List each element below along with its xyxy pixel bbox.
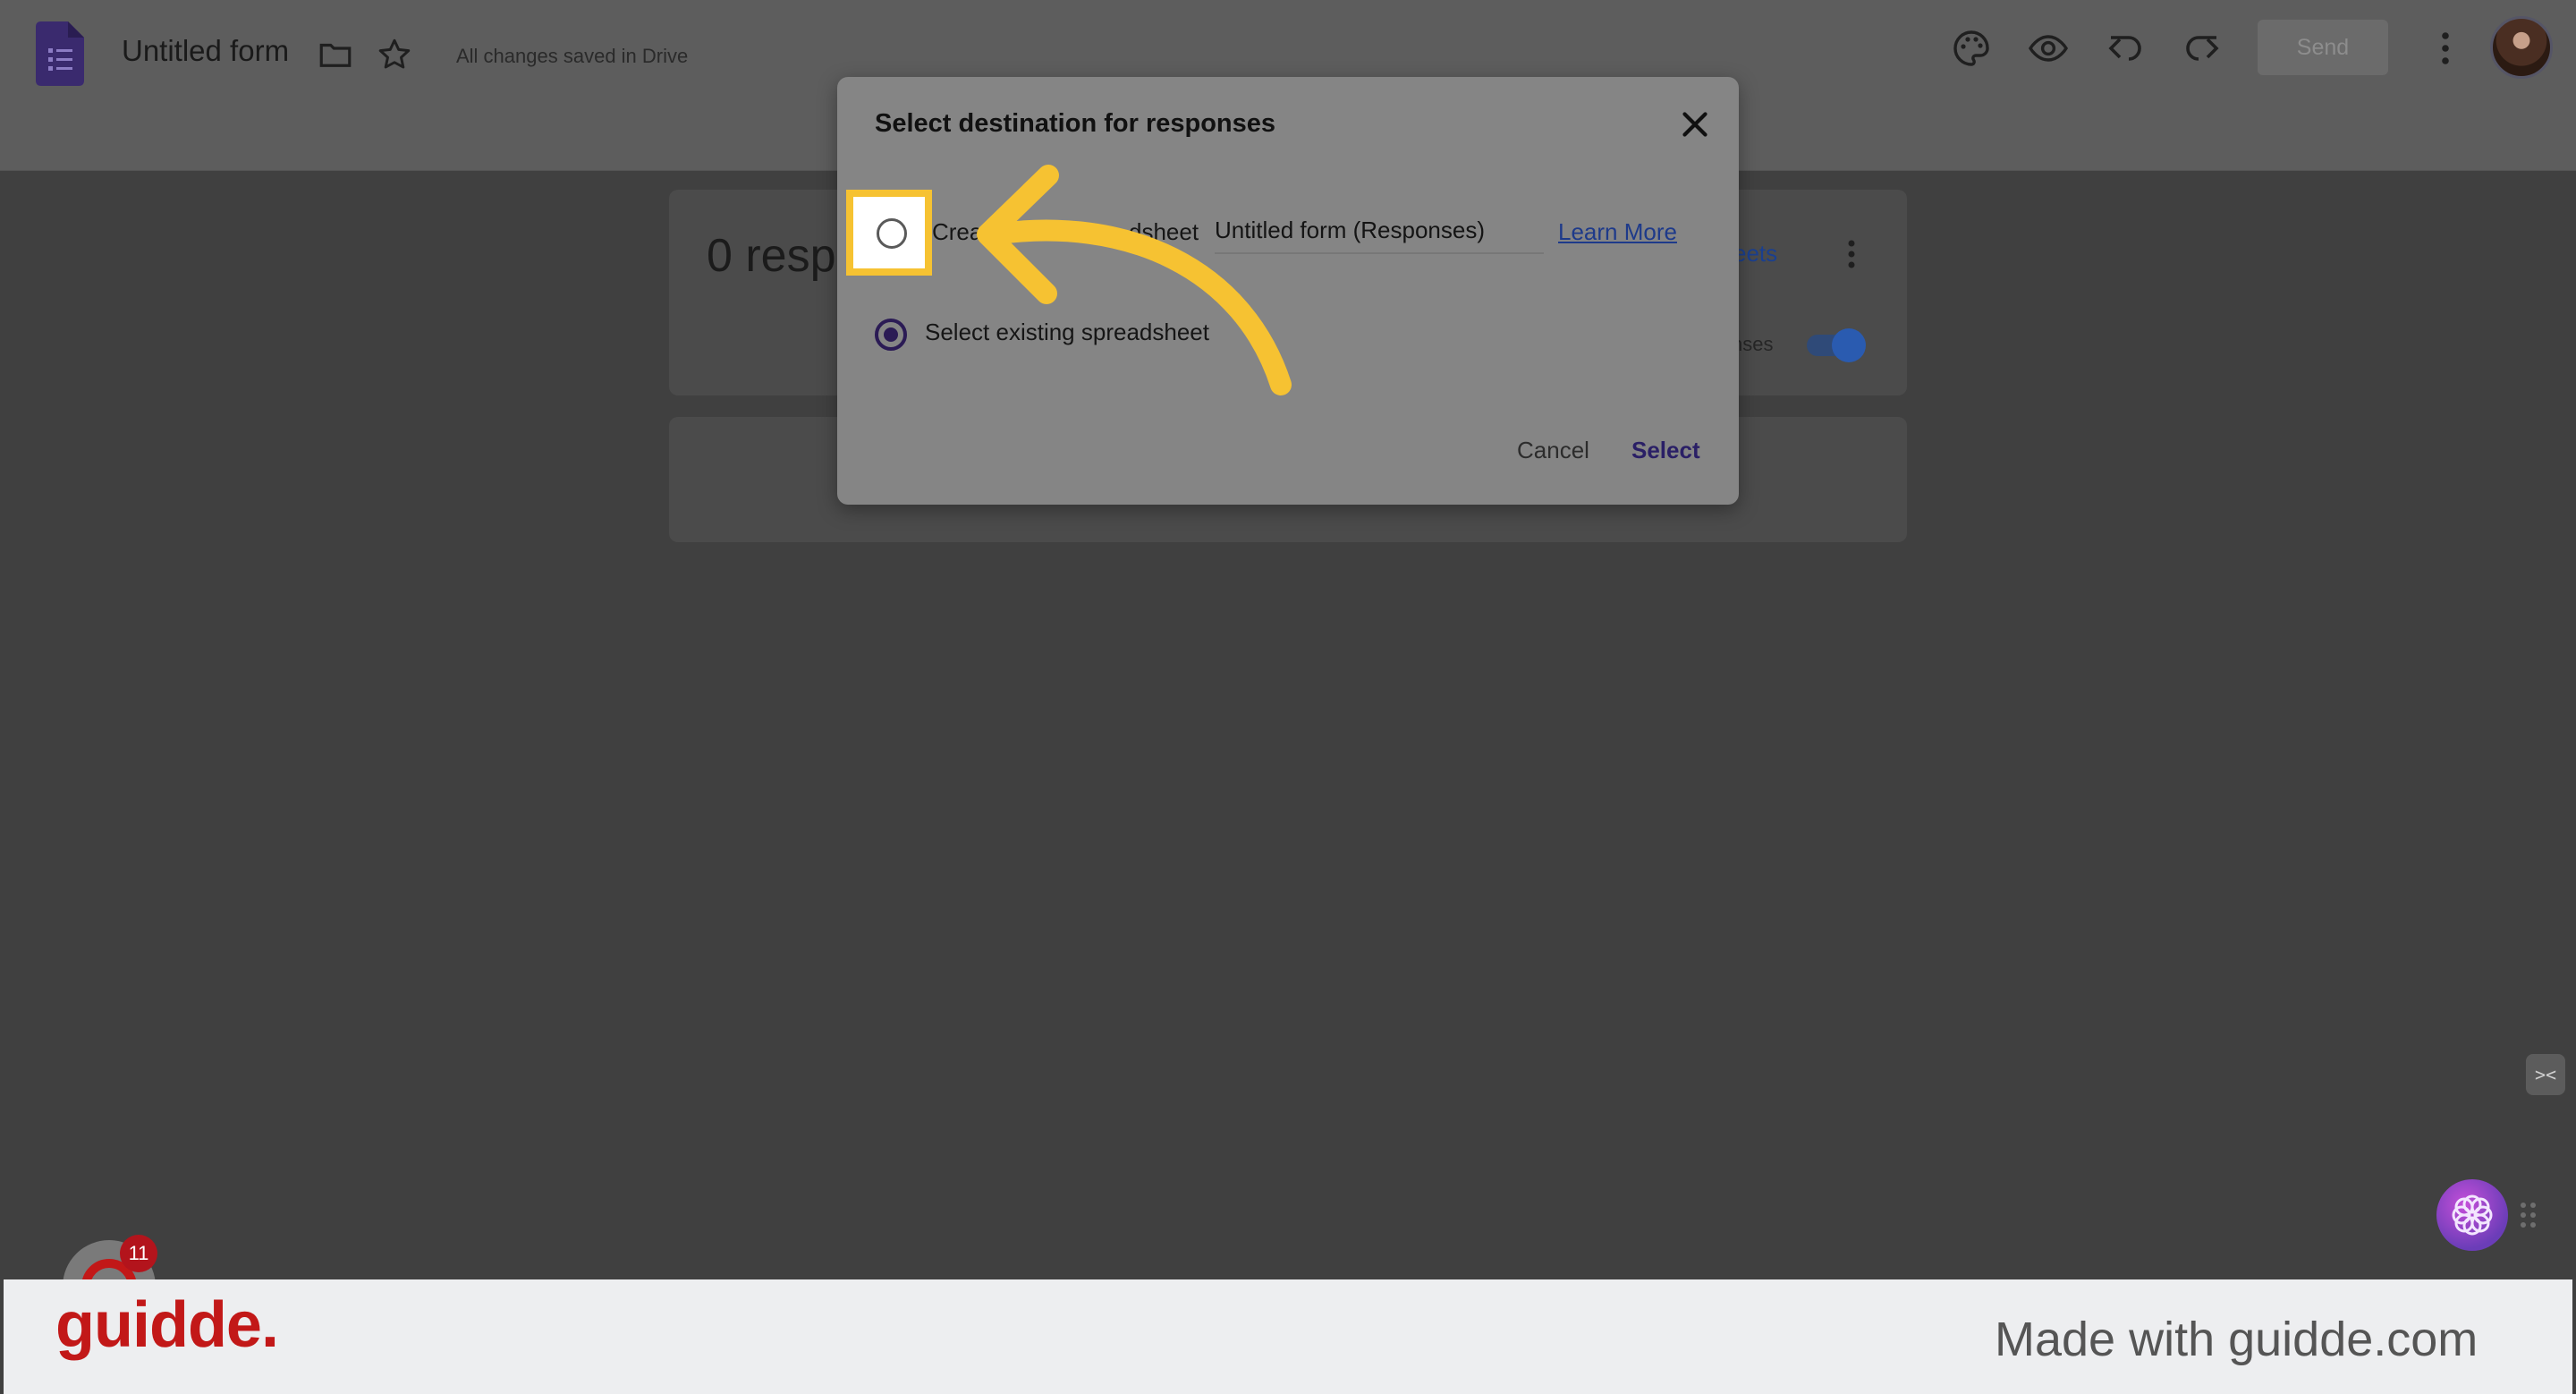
spreadsheet-name-input[interactable]: Untitled form (Responses) — [1215, 217, 1544, 254]
drag-handle-icon[interactable] — [2519, 1201, 2538, 1229]
preview-eye-icon[interactable] — [2027, 27, 2070, 70]
select-button[interactable]: Select — [1631, 437, 1700, 464]
google-forms-logo-icon[interactable] — [36, 21, 84, 86]
select-existing-spreadsheet-radio[interactable] — [875, 319, 907, 351]
create-new-label-start: Creat — [932, 218, 989, 245]
select-existing-label: Select existing spreadsheet — [925, 319, 1209, 345]
made-with-text: Made with guidde.com — [1995, 1313, 2479, 1366]
cancel-button[interactable]: Cancel — [1517, 437, 1589, 464]
create-new-label-end: dsheet — [1129, 218, 1199, 245]
palette-icon[interactable] — [1950, 27, 1993, 70]
link-to-sheets-link[interactable]: eets — [1733, 240, 1777, 268]
responses-more-icon[interactable] — [1843, 236, 1860, 272]
dialog-title: Select destination for responses — [875, 109, 1276, 138]
guidde-footer: guidde. Made with guidde.com — [4, 1279, 2572, 1394]
folder-icon[interactable] — [317, 36, 354, 73]
more-options-icon[interactable] — [2424, 27, 2467, 70]
redo-icon[interactable] — [2181, 27, 2224, 70]
create-new-spreadsheet-radio[interactable] — [877, 218, 907, 249]
notification-badge: 11 — [120, 1235, 157, 1272]
user-avatar[interactable] — [2490, 16, 2553, 79]
guidde-logo: guidde. — [55, 1289, 279, 1361]
toggle-knob[interactable] — [1832, 328, 1866, 362]
close-icon[interactable] — [1674, 104, 1716, 145]
assistant-flower-icon[interactable] — [2436, 1179, 2508, 1251]
undo-icon[interactable] — [2104, 27, 2147, 70]
select-destination-dialog: Select destination for responses Creat d… — [837, 77, 1739, 505]
send-button[interactable]: Send — [2258, 20, 2388, 75]
document-title[interactable]: Untitled form — [122, 34, 289, 68]
console-toggle-button[interactable]: >< — [2526, 1054, 2565, 1095]
responses-count: 0 resp — [707, 230, 836, 282]
star-icon[interactable] — [376, 36, 413, 73]
learn-more-link[interactable]: Learn More — [1558, 218, 1677, 246]
save-status: All changes saved in Drive — [456, 45, 689, 67]
